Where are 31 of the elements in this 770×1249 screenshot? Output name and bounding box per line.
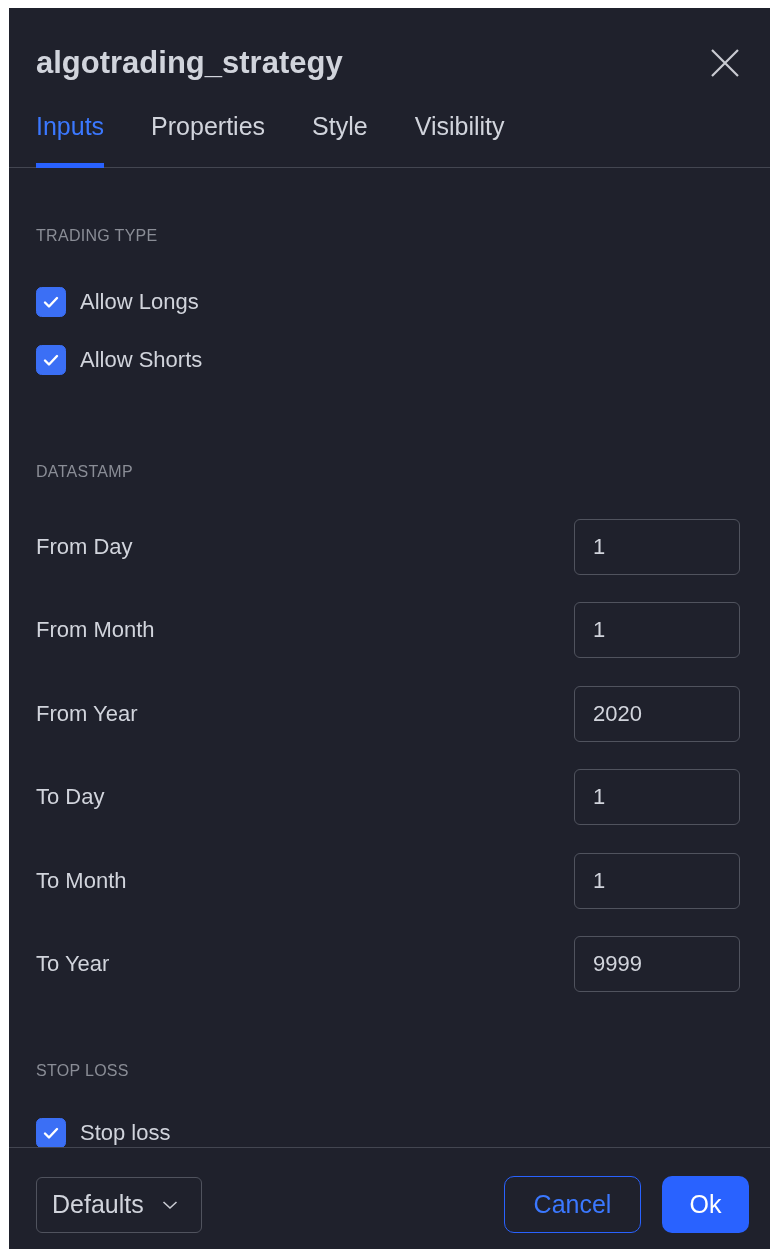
dialog-title: algotrading_strategy: [36, 45, 343, 81]
section-heading: TRADING TYPE: [36, 227, 159, 245]
field-label: From Day: [36, 533, 133, 560]
tab[interactable]: Properties: [151, 102, 266, 168]
checkbox[interactable]: [36, 287, 66, 317]
checkbox[interactable]: [36, 345, 66, 375]
field-label: From Month: [36, 617, 155, 644]
tab[interactable]: Visibility: [414, 102, 505, 168]
field-label: To Year: [36, 951, 110, 978]
checkbox-label: Allow Shorts: [80, 347, 203, 373]
ok-button[interactable]: Ok: [662, 1176, 749, 1233]
cancel-button[interactable]: Cancel: [504, 1176, 641, 1233]
field-label: To Month: [36, 867, 127, 894]
field-label: To Day: [36, 784, 105, 811]
caret-icon: [161, 1199, 178, 1210]
input-field[interactable]: 1: [574, 769, 740, 826]
section-heading: DATASTAMP: [36, 463, 134, 481]
checkbox-label: Allow Longs: [80, 289, 199, 315]
defaults-dropdown[interactable]: Defaults: [36, 1176, 202, 1233]
close-icon[interactable]: [710, 48, 740, 78]
input-field[interactable]: 1: [574, 518, 740, 575]
input-field[interactable]: 1: [574, 602, 740, 659]
section-heading: STOP LOSS: [36, 1062, 130, 1080]
tab[interactable]: Inputs: [36, 102, 105, 168]
tab[interactable]: Style: [312, 102, 368, 168]
checkbox-label: Stop loss: [80, 1120, 171, 1146]
input-field[interactable]: 2020: [574, 685, 740, 742]
checkbox[interactable]: [36, 1118, 66, 1147]
input-field[interactable]: 9999: [574, 936, 740, 993]
input-field[interactable]: 1: [574, 852, 740, 909]
field-label: From Year: [36, 700, 138, 727]
